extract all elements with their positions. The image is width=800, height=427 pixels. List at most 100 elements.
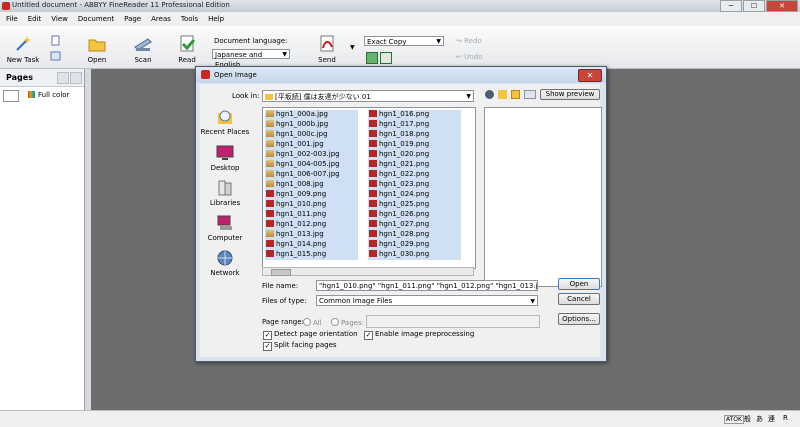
move-down-icon[interactable] <box>70 72 82 84</box>
layout-view-icon[interactable] <box>366 52 378 64</box>
ime-mode-3[interactable]: 連 <box>768 414 775 424</box>
redo-button[interactable]: ↪ Redo <box>456 37 482 45</box>
new-folder-icon[interactable] <box>511 90 520 99</box>
file-list-item[interactable]: hgn1_014.png <box>265 240 358 250</box>
send-dropdown-arrow[interactable]: ▼ <box>350 44 355 51</box>
file-list-item[interactable]: hgn1_013.jpg <box>265 230 358 240</box>
scrollbar-thumb[interactable] <box>271 269 291 276</box>
file-list-item[interactable]: hgn1_006-007.jpg <box>265 170 358 180</box>
file-list-item[interactable]: hgn1_025.png <box>368 200 461 210</box>
file-list-item[interactable]: hgn1_018.png <box>368 130 461 140</box>
menu-document[interactable]: Document <box>72 15 118 23</box>
ime-mode-2[interactable]: あ <box>756 414 763 424</box>
ime-indicator[interactable]: ATOK <box>724 415 744 424</box>
new-task-button[interactable]: New Task <box>6 34 40 64</box>
file-list-item[interactable]: hgn1_002-003.jpg <box>265 150 358 160</box>
color-mode-label[interactable]: Full color <box>38 91 69 99</box>
file-list-item[interactable]: hgn1_012.png <box>265 220 358 230</box>
file-list-item[interactable]: hgn1_000a.jpg <box>265 110 358 120</box>
file-list-item[interactable]: hgn1_000c.jpg <box>265 130 358 140</box>
ime-mode-4[interactable]: R <box>783 414 788 422</box>
file-list-item[interactable]: hgn1_029.png <box>368 240 461 250</box>
maximize-button[interactable]: ☐ <box>743 0 765 12</box>
cancel-button[interactable]: Cancel <box>558 293 600 305</box>
dialog-close-button[interactable]: ✕ <box>578 69 602 82</box>
close-window-button[interactable]: ✕ <box>766 0 798 12</box>
pages-pane-header: Pages <box>0 69 84 87</box>
file-list-item[interactable]: hgn1_022.png <box>368 170 461 180</box>
place-recent-places[interactable]: Recent Places <box>200 108 250 136</box>
file-list-item[interactable]: hgn1_017.png <box>368 120 461 130</box>
open-button[interactable]: Open <box>84 34 110 64</box>
network-icon <box>215 249 235 267</box>
page-range-all-option[interactable]: All <box>303 318 322 327</box>
file-list-item[interactable]: hgn1_010.png <box>265 200 358 210</box>
file-list-item[interactable]: hgn1_001.jpg <box>265 140 358 150</box>
files-of-type-select[interactable]: Common Image Files ▼ <box>316 295 538 306</box>
back-icon[interactable] <box>485 90 494 99</box>
detect-orientation-checkbox[interactable]: ✓ Detect page orientation <box>263 330 358 340</box>
file-name-text: hgn1_028.png <box>379 230 430 238</box>
ime-mode-1[interactable]: 般 <box>744 414 751 424</box>
scan-button[interactable]: Scan <box>130 34 156 64</box>
undo-button[interactable]: ↩ Undo <box>456 53 482 61</box>
menu-view[interactable]: View <box>45 15 72 23</box>
file-list-item[interactable]: hgn1_011.png <box>265 210 358 220</box>
recent-places-icon <box>215 108 235 126</box>
read-button[interactable]: Read <box>176 34 198 64</box>
move-up-icon[interactable] <box>57 72 69 84</box>
document-language-select[interactable]: Japanese and English ▼ <box>212 49 290 69</box>
file-name-text: hgn1_000a.jpg <box>276 110 328 118</box>
open-button[interactable]: Open <box>558 278 600 290</box>
menu-help[interactable]: Help <box>202 15 228 23</box>
pages-input[interactable] <box>366 315 540 328</box>
file-list-item[interactable]: hgn1_026.png <box>368 210 461 220</box>
file-list[interactable]: hgn1_000a.jpg hgn1_000b.jpg hgn1_000c.jpg h… <box>262 107 476 269</box>
page-range-pages-option[interactable]: Pages: <box>331 318 364 327</box>
file-name-text: hgn1_026.png <box>379 210 430 218</box>
file-list-item[interactable]: hgn1_027.png <box>368 220 461 230</box>
menu-file[interactable]: File <box>0 15 22 23</box>
menu-tools[interactable]: Tools <box>175 15 202 23</box>
file-list-item[interactable]: hgn1_020.png <box>368 150 461 160</box>
menu-areas[interactable]: Areas <box>145 15 175 23</box>
menu-page[interactable]: Page <box>118 15 145 23</box>
file-list-item[interactable]: hgn1_021.png <box>368 160 461 170</box>
refresh-icon[interactable] <box>50 50 62 62</box>
file-list-item[interactable]: hgn1_019.png <box>368 140 461 150</box>
file-list-item[interactable]: hgn1_023.png <box>368 180 461 190</box>
file-list-item[interactable]: hgn1_028.png <box>368 230 461 240</box>
up-folder-icon[interactable] <box>498 90 507 99</box>
file-list-item[interactable]: hgn1_024.png <box>368 190 461 200</box>
file-list-item[interactable]: hgn1_000b.jpg <box>265 120 358 130</box>
show-preview-button[interactable]: Show preview <box>540 89 600 100</box>
enable-preprocessing-checkbox[interactable]: ✓ Enable image preprocessing <box>364 330 474 340</box>
file-name-input[interactable]: "hgn1_010.png" "hgn1_011.png" "hgn1_012.… <box>316 280 538 291</box>
view-menu-icon[interactable] <box>524 90 536 99</box>
place-computer[interactable]: Computer <box>200 214 250 242</box>
file-list-item[interactable]: hgn1_016.png <box>368 110 461 120</box>
format-select[interactable]: Exact Copy ▼ <box>364 36 444 46</box>
file-name-text: hgn1_015.png <box>276 250 327 258</box>
menu-edit[interactable]: Edit <box>22 15 46 23</box>
horizontal-scrollbar[interactable] <box>262 267 474 276</box>
place-network[interactable]: Network <box>200 249 250 277</box>
place-libraries[interactable]: Libraries <box>200 179 250 207</box>
minimize-button[interactable]: ─ <box>720 0 742 12</box>
options-button[interactable]: Options... <box>558 313 600 325</box>
title-bar: Untitled document - ABBYY FineReader 11 … <box>0 0 800 12</box>
png-file-icon <box>369 170 377 177</box>
text-view-icon[interactable] <box>380 52 392 64</box>
file-list-item[interactable]: hgn1_008.jpg <box>265 180 358 190</box>
look-in-select[interactable]: [平坂読] 僕は友達が少ない 01 ▼ <box>262 90 474 102</box>
file-list-item[interactable]: hgn1_009.png <box>265 190 358 200</box>
png-file-icon <box>266 240 274 247</box>
file-list-item[interactable]: hgn1_030.png <box>368 250 461 260</box>
place-desktop[interactable]: Desktop <box>200 144 250 172</box>
send-button[interactable]: Send <box>314 34 340 64</box>
copy-icon[interactable] <box>50 35 62 47</box>
split-facing-pages-checkbox[interactable]: ✓ Split facing pages <box>263 341 337 351</box>
file-list-item[interactable]: hgn1_015.png <box>265 250 358 260</box>
page-view-selector[interactable] <box>3 90 19 102</box>
file-list-item[interactable]: hgn1_004-005.jpg <box>265 160 358 170</box>
